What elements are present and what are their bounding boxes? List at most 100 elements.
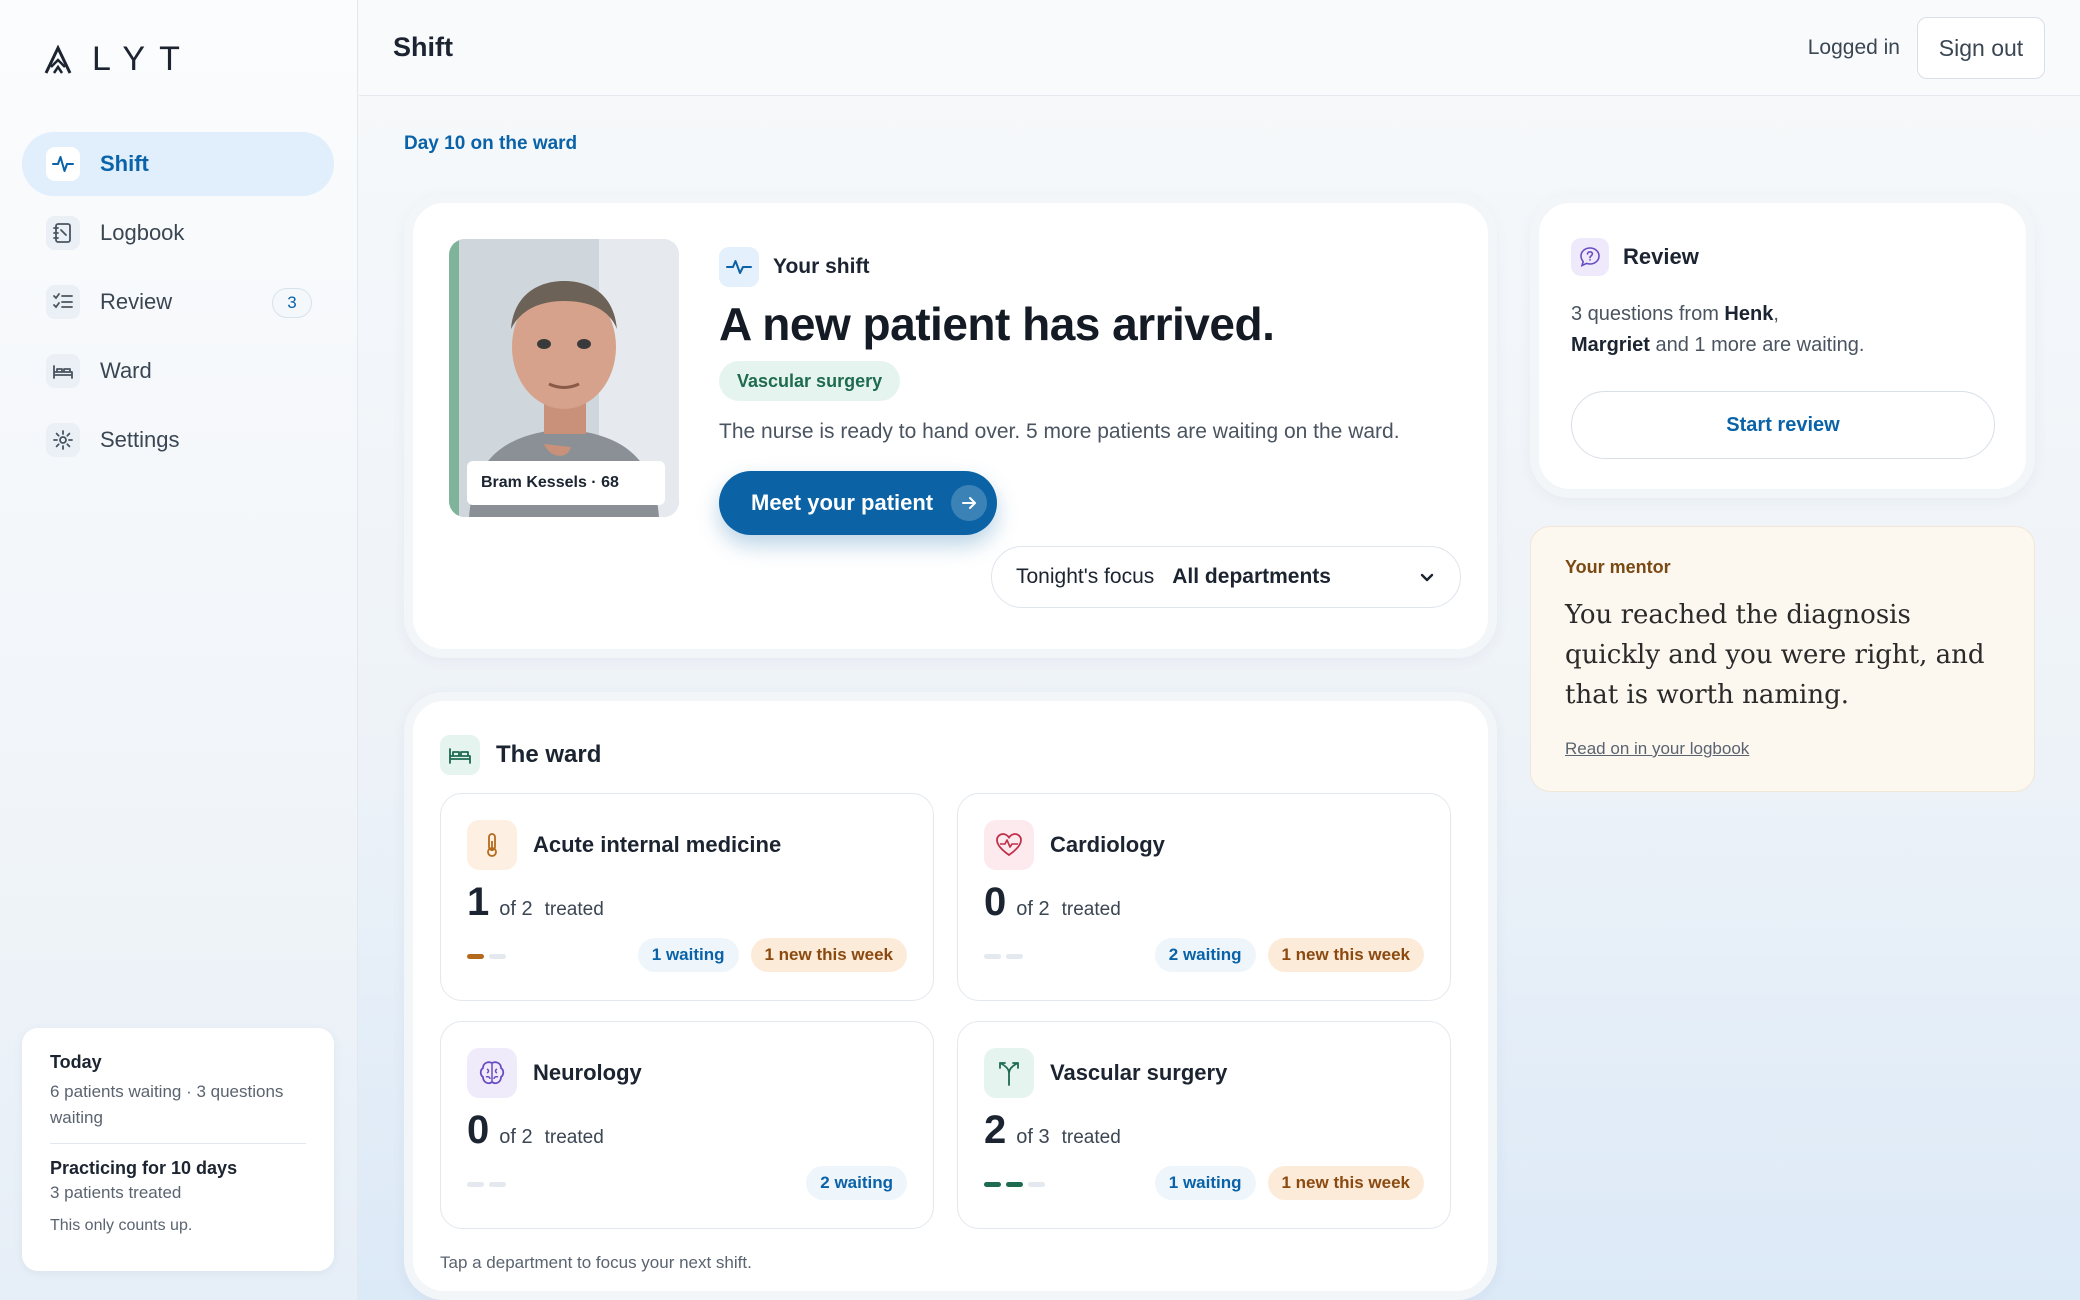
shift-description: The nurse is ready to hand over. 5 more …	[719, 420, 1400, 443]
practice-title: Practicing for 10 days	[50, 1158, 238, 1178]
read-logbook-link[interactable]: Read on in your logbook	[1565, 739, 1749, 759]
new-this-week-badge: 1 new this week	[1267, 938, 1424, 972]
total-count: of 2	[499, 1126, 533, 1148]
notebook-icon	[46, 216, 80, 250]
department-card-cardiology[interactable]: Cardiology 0 of 2 treated 2 waiting 1 ne…	[957, 793, 1451, 1001]
review-text-suffix: and 1 more are waiting.	[1649, 334, 1865, 356]
treated-count: 1	[467, 880, 490, 924]
start-review-button[interactable]: Start review	[1571, 391, 1995, 459]
progress-segment	[1006, 954, 1023, 959]
ward-card: The ward Acute internal medicine 1 of 2 …	[404, 692, 1497, 1300]
sign-out-button[interactable]: Sign out	[1917, 17, 2045, 79]
progress-segments	[984, 954, 1023, 959]
review-name-margriet: Margriet	[1571, 334, 1650, 356]
department-card-neurology[interactable]: Neurology 0 of 2 treated 2 waiting	[440, 1021, 934, 1229]
new-this-week-badge: 1 new this week	[750, 938, 907, 972]
question-bubble-icon	[1571, 238, 1609, 276]
sidebar: LYT Shift Logbook Review 3 Ward Settings…	[0, 0, 358, 1300]
waiting-badge: 2 waiting	[806, 1166, 907, 1200]
treated-label: treated	[544, 899, 604, 920]
meet-patient-label: Meet your patient	[751, 490, 934, 515]
ward-footer-hint: Tap a department to focus your next shif…	[440, 1253, 752, 1272]
treated-label: treated	[1061, 1127, 1121, 1148]
logo[interactable]: LYT	[44, 40, 194, 79]
treated-count: 2	[984, 1108, 1007, 1152]
sidebar-item-label: Settings	[100, 427, 180, 452]
department-card-vascular-surgery[interactable]: Vascular surgery 2 of 3 treated 1 waitin…	[957, 1021, 1451, 1229]
progress-segments	[984, 1182, 1045, 1187]
treated-label: treated	[1061, 899, 1121, 920]
pulse-icon	[46, 147, 80, 181]
sidebar-item-settings[interactable]: Settings	[22, 408, 334, 472]
patient-photo[interactable]: Bram Kessels · 68	[449, 239, 679, 517]
department-pill: Vascular surgery	[719, 361, 901, 401]
day-label: Day 10 on the ward	[404, 133, 578, 154]
focus-value: All departments	[1172, 565, 1331, 588]
sidebar-item-label: Logbook	[100, 220, 185, 245]
waiting-badge: 1 waiting	[637, 938, 739, 972]
total-count: of 2	[1016, 898, 1050, 920]
department-badges: 2 waiting 1 new this week	[1154, 938, 1424, 972]
progress-segment-filled	[467, 954, 484, 959]
department-badges: 1 waiting 1 new this week	[1154, 1166, 1424, 1200]
today-summary-card: Today 6 patients waiting · 3 questions w…	[22, 1028, 334, 1271]
sidebar-item-label: Review	[100, 289, 173, 314]
top-bar: Shift Logged in Sign out	[359, 0, 2080, 96]
sidebar-item-shift[interactable]: Shift	[22, 132, 334, 196]
sidebar-item-ward[interactable]: Ward	[22, 339, 334, 403]
waiting-badge: 2 waiting	[1154, 938, 1256, 972]
page-title: Shift	[393, 32, 453, 62]
logo-text: LYT	[92, 40, 194, 78]
gear-icon	[46, 423, 80, 457]
mentor-quote: You reached the diagnosis quickly and yo…	[1565, 600, 1985, 710]
checklist-icon	[46, 285, 80, 319]
department-progress-count: 0 of 2 treated	[467, 1108, 604, 1153]
sidebar-item-label: Shift	[100, 151, 149, 176]
progress-segment	[467, 1182, 484, 1187]
ward-title: The ward	[496, 741, 602, 768]
sidebar-item-logbook[interactable]: Logbook	[22, 201, 334, 265]
arrow-right-icon	[951, 485, 987, 521]
shift-section-label: Your shift	[773, 255, 870, 278]
review-title: Review	[1623, 244, 1699, 269]
department-name: Cardiology	[1050, 832, 1165, 857]
treated-count: 0	[467, 1108, 490, 1152]
department-badges: 1 waiting 1 new this week	[637, 938, 907, 972]
bed-icon	[46, 354, 80, 388]
divider	[50, 1143, 306, 1144]
progress-segment-filled	[1006, 1182, 1023, 1187]
focus-label: Tonight's focus	[1016, 565, 1155, 588]
department-card-acute-internal-medicine[interactable]: Acute internal medicine 1 of 2 treated 1…	[440, 793, 934, 1001]
review-text-prefix: 3 questions from	[1571, 303, 1725, 325]
patient-name-label: Bram Kessels · 68	[467, 461, 665, 505]
pulse-icon	[719, 247, 759, 287]
review-comma: ,	[1773, 303, 1779, 325]
review-name-henk: Henk	[1724, 303, 1774, 325]
progress-segment	[489, 954, 506, 959]
department-progress-count: 0 of 2 treated	[984, 880, 1121, 925]
practice-note: This only counts up.	[50, 1217, 193, 1234]
heart-pulse-icon	[984, 820, 1034, 870]
sidebar-item-label: Ward	[100, 358, 152, 383]
new-this-week-badge: 1 new this week	[1267, 1166, 1424, 1200]
mentor-card: Your mentor You reached the diagnosis qu…	[1530, 526, 2035, 792]
department-name: Acute internal medicine	[533, 832, 782, 857]
meet-patient-button[interactable]: Meet your patient	[719, 471, 997, 535]
total-count: of 3	[1016, 1126, 1050, 1148]
progress-segment-filled	[984, 1182, 1001, 1187]
sidebar-item-review[interactable]: Review 3	[22, 270, 334, 334]
progress-segments	[467, 1182, 506, 1187]
login-status: Logged in	[1807, 36, 1900, 59]
progress-segment	[489, 1182, 506, 1187]
treated-count: 0	[984, 880, 1007, 924]
today-summary: 6 patients waiting · 3 questions waiting	[50, 1082, 284, 1127]
department-badges: 2 waiting	[806, 1166, 907, 1200]
thermometer-icon	[467, 820, 517, 870]
mentor-label: Your mentor	[1565, 557, 1671, 577]
review-summary: 3 questions from Henk, Margriet and 1 mor…	[1571, 299, 1991, 361]
branch-icon	[984, 1048, 1034, 1098]
review-count-badge: 3	[272, 288, 312, 318]
bed-icon	[440, 735, 480, 775]
focus-select[interactable]: Tonight's focus All departments	[991, 546, 1461, 608]
review-header: Review	[1571, 238, 1699, 276]
